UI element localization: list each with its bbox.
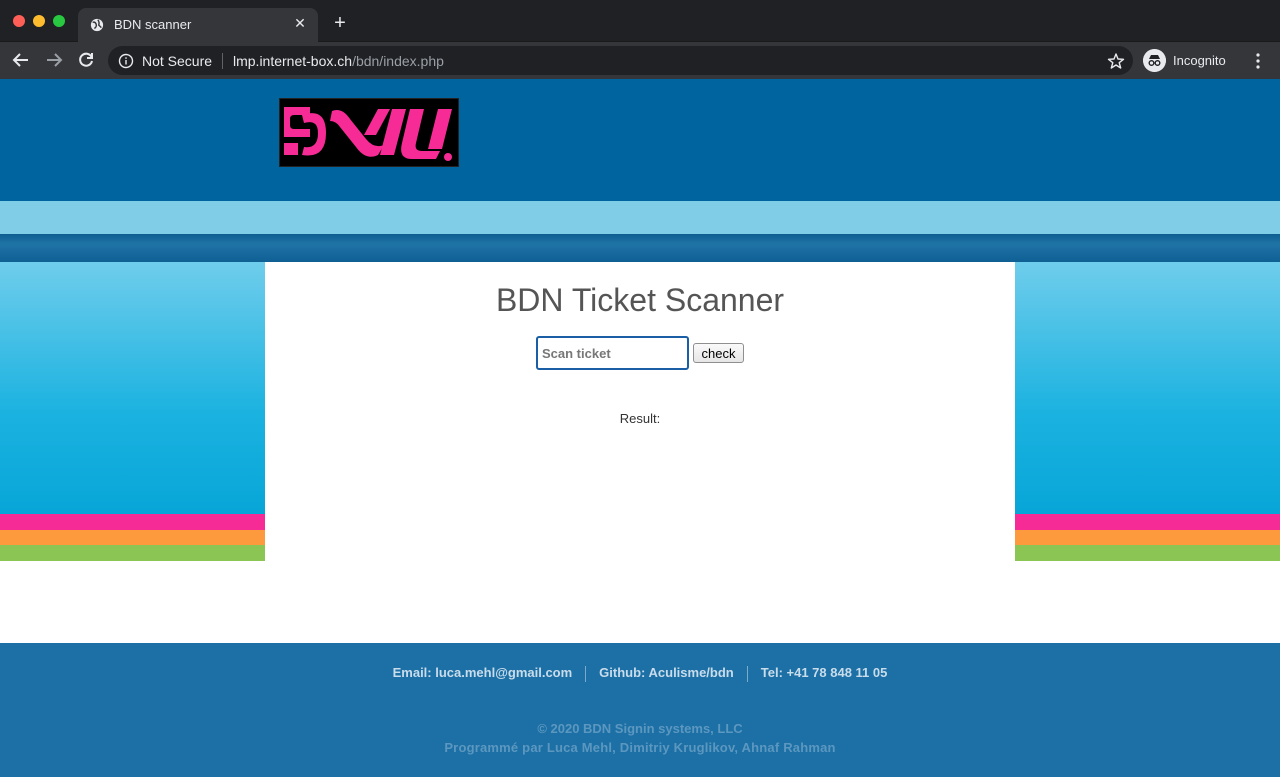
globe-icon — [90, 18, 104, 32]
decorative-band — [0, 234, 1280, 262]
footer-copyright: © 2020 BDN Signin systems, LLC — [537, 721, 743, 736]
browser-tab[interactable]: BDN scanner ✕ — [78, 8, 318, 42]
main-content: BDN Ticket Scanner check Result: — [265, 262, 1015, 561]
url-path: /bdn/index.php — [352, 53, 444, 69]
profile-button[interactable]: Incognito — [1141, 47, 1239, 74]
forward-arrow-icon[interactable] — [44, 50, 64, 70]
plus-icon[interactable]: + — [330, 13, 350, 33]
browser-toolbar: Not Secure lmp.internet-box.ch/bdn/index… — [0, 42, 1280, 79]
star-icon[interactable] — [1107, 52, 1125, 70]
left-decoration — [0, 262, 265, 561]
kebab-menu-icon[interactable] — [1250, 51, 1266, 71]
footer-divider — [585, 665, 587, 682]
reload-icon[interactable] — [76, 50, 96, 70]
site-header — [0, 79, 1280, 201]
tab-title: BDN scanner — [114, 17, 192, 32]
site-logo[interactable] — [279, 98, 459, 167]
footer-email[interactable]: Email: luca.mehl@gmail.com — [382, 665, 584, 680]
incognito-icon — [1143, 49, 1166, 72]
result-label: Result: — [619, 411, 661, 426]
logo-graphic — [280, 99, 458, 166]
back-arrow-icon[interactable] — [11, 50, 31, 70]
info-icon[interactable] — [118, 53, 134, 69]
close-icon[interactable]: ✕ — [292, 15, 308, 31]
footer-contacts: Email: luca.mehl@gmail.com Github: Aculis… — [0, 665, 1280, 682]
window-zoom-button[interactable] — [53, 15, 65, 27]
footer-divider — [746, 665, 748, 682]
web-page: BDN Ticket Scanner check Result: Email: … — [0, 79, 1280, 777]
nav-band — [0, 201, 1280, 234]
url-host: lmp.internet-box.ch — [233, 53, 353, 69]
window-minimize-button[interactable] — [33, 15, 45, 27]
security-label: Not Secure — [142, 53, 213, 69]
page-title: BDN Ticket Scanner — [495, 282, 785, 318]
check-button[interactable]: check — [693, 343, 744, 363]
omnibox-divider — [222, 53, 223, 69]
url-text[interactable]: lmp.internet-box.ch/bdn/index.php — [233, 53, 444, 69]
address-bar[interactable]: Not Secure lmp.internet-box.ch/bdn/index… — [108, 46, 1133, 75]
footer-github[interactable]: Github: Aculisme/bdn — [588, 665, 745, 680]
site-footer: Email: luca.mehl@gmail.com Github: Aculis… — [0, 643, 1280, 777]
right-decoration — [1015, 262, 1280, 561]
window-close-button[interactable] — [13, 15, 25, 27]
footer-tel[interactable]: Tel: +41 78 848 11 05 — [750, 665, 899, 680]
browser-tab-bar: BDN scanner ✕ + — [0, 0, 1280, 42]
footer-credits: Programmé par Luca Mehl, Dimitriy Krugli… — [444, 740, 836, 755]
profile-label: Incognito — [1173, 53, 1226, 68]
scan-ticket-input[interactable] — [536, 336, 689, 370]
